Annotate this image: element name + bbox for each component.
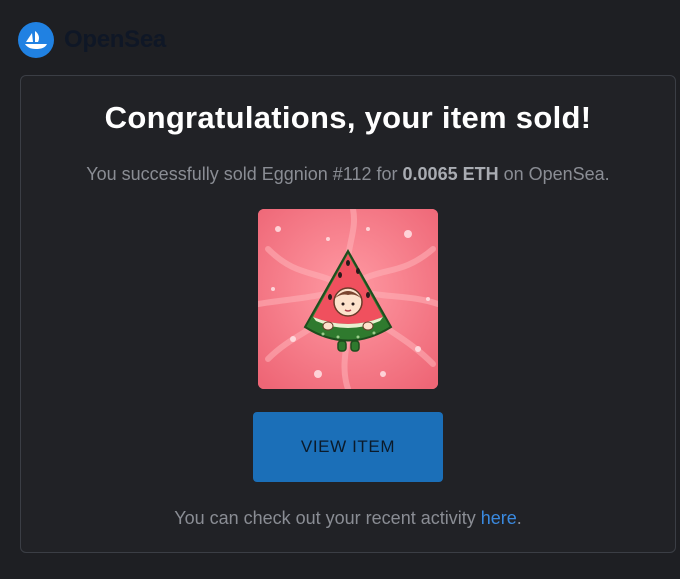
- footer-text: You can check out your recent activity: [174, 508, 481, 528]
- desc-prefix: You successfully sold: [86, 164, 262, 184]
- nft-image[interactable]: [258, 209, 438, 389]
- desc-mid: for: [371, 164, 403, 184]
- item-name: Eggnion #112: [261, 164, 372, 184]
- sale-description: You successfully sold Eggnion #112 for 0…: [21, 164, 675, 185]
- footer-suffix: .: [516, 508, 522, 528]
- brand-name[interactable]: OpenSea: [64, 26, 166, 54]
- opensea-logo-icon[interactable]: [18, 22, 54, 58]
- sale-price: 0.0065 ETH: [402, 164, 499, 184]
- view-item-button[interactable]: VIEW ITEM: [253, 412, 443, 482]
- recent-activity-link[interactable]: here: [481, 508, 517, 528]
- desc-suffix: on OpenSea.: [498, 164, 610, 184]
- recent-activity-note: You can check out your recent activity h…: [21, 508, 675, 529]
- page-title: Congratulations, your item sold!: [104, 100, 592, 135]
- sale-notification-card: Congratulations, your item sold! You suc…: [20, 75, 676, 553]
- email-header: OpenSea: [18, 22, 166, 58]
